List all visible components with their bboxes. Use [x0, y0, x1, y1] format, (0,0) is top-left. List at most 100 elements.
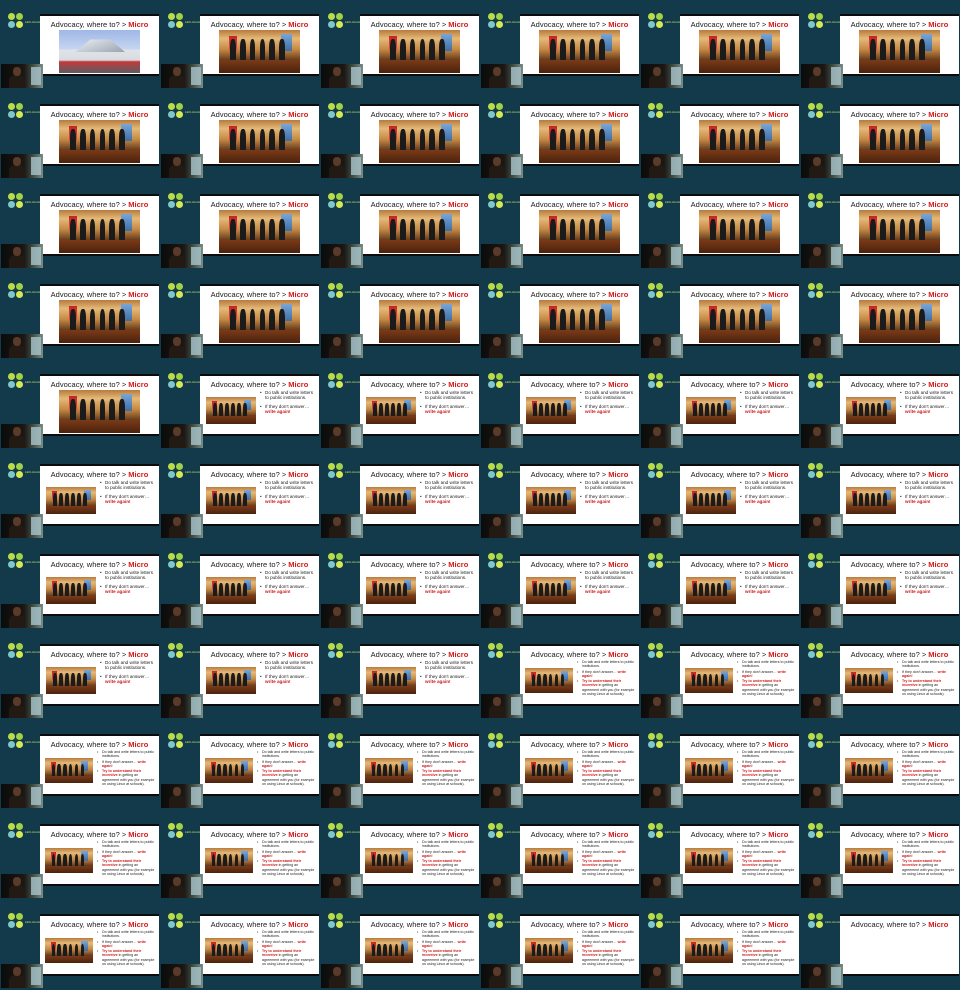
meeting-table [846, 505, 896, 514]
video-frame[interactable]: LEO-ALLIANCE Advocacy, where to? > Micro [0, 360, 160, 450]
video-frame[interactable]: LEO-ALLIANCEAdvocacy, where to? > MicroD… [640, 630, 800, 720]
video-frame[interactable]: LEO-ALLIANCE Advocacy, where to? > Micro [160, 0, 320, 90]
video-frame[interactable]: LEO-ALLIANCEAdvocacy, where to? > MicroD… [640, 540, 800, 630]
video-frame[interactable]: LEO-ALLIANCE Advocacy, where to? > Micro [0, 180, 160, 270]
video-frame[interactable]: LEO-ALLIANCE Advocacy, where to? > Micro [320, 0, 480, 90]
video-frame[interactable]: LEO-ALLIANCE Advocacy, where to? > Micro [480, 180, 640, 270]
logo-circle [656, 921, 663, 928]
video-frame[interactable]: LEO-ALLIANCEAdvocacy, where to? > MicroD… [320, 540, 480, 630]
video-frame[interactable]: LEO-ALLIANCEAdvocacy, where to? > MicroD… [800, 540, 960, 630]
bullet-item: If they don't answer… write again! [100, 584, 155, 595]
video-frame[interactable]: LEO-ALLIANCE Advocacy, where to? > Micro [640, 90, 800, 180]
video-frame[interactable]: LEO-ALLIANCEAdvocacy, where to? > MicroD… [640, 810, 800, 900]
bullet-item: If they don't answer… write again! [580, 404, 635, 415]
person [549, 673, 553, 686]
speaker-body [169, 75, 185, 88]
bullet-highlight: write again! [585, 589, 611, 595]
video-frame[interactable]: LEO-ALLIANCEAdvocacy, where to? > MicroD… [160, 450, 320, 540]
video-frame[interactable]: LEO-ALLIANCEAdvocacy, where to? > MicroD… [640, 720, 800, 810]
video-frame[interactable]: LEO-ALLIANCE Advocacy, where to? > Micro [640, 270, 800, 360]
video-frame[interactable]: LEO-ALLIANCE Advocacy, where to? > Micro [320, 180, 480, 270]
presentation-slide: Advocacy, where to? > Micro [200, 104, 319, 166]
video-frame[interactable]: LEO-ALLIANCEAdvocacy, where to? > MicroD… [320, 720, 480, 810]
bullet-text: Do talk and write letters to public inst… [425, 480, 473, 491]
slide-title: Advocacy, where to? > Micro [40, 290, 159, 299]
video-frame[interactable]: LEO-ALLIANCEAdvocacy, where to? > MicroD… [480, 450, 640, 540]
video-frame[interactable]: LEO-ALLIANCEAdvocacy, where to? > MicroD… [480, 720, 640, 810]
video-frame[interactable]: LEO-ALLIANCEAdvocacy, where to? > MicroD… [320, 900, 480, 990]
person [569, 219, 576, 241]
person [720, 39, 726, 61]
person [918, 39, 925, 61]
video-frame[interactable]: LEO-ALLIANCE Advocacy, where to? > Micro [800, 90, 960, 180]
video-frame[interactable]: LEO-ALLIANCE Advocacy, where to? > Micro [800, 180, 960, 270]
person [560, 129, 566, 151]
video-frame[interactable]: LEO-ALLIANCEAdvocacy, where to? > MicroD… [320, 360, 480, 450]
person [70, 309, 76, 331]
video-frame[interactable]: LEO-ALLIANCEAdvocacy, where to? > MicroD… [160, 810, 320, 900]
video-frame[interactable]: LEO-ALLIANCEAdvocacy, where to? > MicroD… [800, 630, 960, 720]
video-frame[interactable]: LEO-ALLIANCEAdvocacy, where to? > MicroD… [800, 810, 960, 900]
video-frame[interactable]: LEO-ALLIANCE Advocacy, where to? > Micro [640, 0, 800, 90]
video-frame[interactable]: LEO-ALLIANCE Advocacy, where to? > Micro [480, 0, 640, 90]
slide-title-highlight: Micro [448, 920, 469, 929]
video-frame[interactable]: LEO-ALLIANCE Advocacy, where to? > Micro [160, 180, 320, 270]
video-frame[interactable]: LEO-ALLIANCEAdvocacy, where to? > MicroD… [320, 810, 480, 900]
video-frame[interactable]: LEO-ALLIANCE Advocacy, where to? > Micro [480, 90, 640, 180]
video-frame[interactable]: LEO-ALLIANCE Advocacy, where to? > Micro [640, 180, 800, 270]
video-frame[interactable]: LEO-ALLIANCE Advocacy, where to? > Micro [160, 90, 320, 180]
video-frame[interactable]: LEO-ALLIANCE Advocacy, where to? > Micro [800, 0, 960, 90]
logo-circle [816, 111, 823, 118]
video-frame[interactable]: LEO-ALLIANCEAdvocacy, where to? > MicroD… [0, 450, 160, 540]
speaker-face [333, 787, 341, 796]
video-frame[interactable]: LEO-ALLIANCE Advocacy, where to? > Micro [800, 270, 960, 360]
logo-circle [488, 13, 495, 20]
video-frame[interactable]: LEO-ALLIANCEAdvocacy, where to? > MicroD… [800, 360, 960, 450]
slide-bullets: Do talk and write letters to public inst… [740, 390, 795, 418]
video-frame[interactable]: LEO-ALLIANCE Advocacy, where to? > Micro [160, 270, 320, 360]
video-frame[interactable]: LEO-ALLIANCEAdvocacy, where to? > MicroD… [480, 630, 640, 720]
person [70, 219, 76, 241]
video-frame[interactable]: LEO-ALLIANCE Advocacy, where to? > Micro [0, 90, 160, 180]
video-frame[interactable]: LEO-ALLIANCEAdvocacy, where to? > MicroD… [160, 360, 320, 450]
person [237, 672, 241, 686]
video-frame[interactable]: LEO-ALLIANCEAdvocacy, where to? > MicroD… [0, 900, 160, 990]
slide-title-prefix: Advocacy, where to? > [690, 20, 769, 29]
video-frame[interactable]: LEO-ALLIANCEAdvocacy, where to? > MicroD… [480, 540, 640, 630]
video-frame[interactable]: LEO-ALLIANCEAdvocacy, where to? > MicroD… [640, 360, 800, 450]
video-frame[interactable]: LEO-ALLIANCEAdvocacy, where to? > MicroD… [320, 630, 480, 720]
video-frame[interactable]: LEO-ALLIANCEAdvocacy, where to? > MicroD… [480, 810, 640, 900]
video-frame[interactable]: LEO-ALLIANCEAdvocacy, where to? > MicroD… [0, 720, 160, 810]
logo-circle [8, 463, 15, 470]
person [723, 402, 727, 416]
video-frame[interactable]: LEO-ALLIANCEAdvocacy, where to? > MicroD… [0, 630, 160, 720]
person [389, 763, 393, 776]
video-frame[interactable]: LEO-ALLIANCEAdvocacy, where to? > MicroD… [160, 540, 320, 630]
person [710, 219, 716, 241]
video-frame[interactable]: LEO-ALLIANCEAdvocacy, where to? > MicroD… [800, 720, 960, 810]
video-frame[interactable]: LEO-ALLIANCEAdvocacy, where to? > MicroD… [160, 900, 320, 990]
video-frame[interactable]: LEO-ALLIANCE Advocacy, where to? > Micro [800, 900, 960, 990]
video-frame[interactable]: LEO-ALLIANCEAdvocacy, where to? > MicroD… [160, 720, 320, 810]
logo-circle [16, 291, 23, 298]
logo-circle [656, 553, 663, 560]
video-frame[interactable]: LEO-ALLIANCE Advocacy, where to? > Micro [320, 90, 480, 180]
video-frame[interactable]: LEO-ALLIANCE Advocacy, where to? > Micro [320, 270, 480, 360]
video-frame[interactable]: LEO-ALLIANCEAdvocacy, where to? > MicroD… [320, 450, 480, 540]
video-frame[interactable]: LEO-ALLIANCEAdvocacy, where to? > MicroD… [640, 450, 800, 540]
video-frame[interactable]: LEO-ALLIANCE Advocacy, where to? > Micro [0, 0, 160, 90]
bullet-item: If they don't answer… write again! [257, 940, 315, 948]
video-frame[interactable]: LEO-ALLIANCEAdvocacy, where to? > MicroD… [0, 810, 160, 900]
meeting-table [685, 685, 733, 693]
logo-circle [168, 823, 175, 830]
bullet-item: Do talk and write letters to public inst… [737, 660, 795, 668]
green-circles-logo-icon: LEO-ALLIANCE [488, 103, 527, 121]
video-frame[interactable]: LEO-ALLIANCEAdvocacy, where to? > MicroD… [0, 540, 160, 630]
video-frame[interactable]: LEO-ALLIANCEAdvocacy, where to? > MicroD… [800, 450, 960, 540]
video-frame[interactable]: LEO-ALLIANCEAdvocacy, where to? > MicroD… [480, 900, 640, 990]
video-frame[interactable]: LEO-ALLIANCE Advocacy, where to? > Micro [0, 270, 160, 360]
video-frame[interactable]: LEO-ALLIANCE Advocacy, where to? > Micro [480, 270, 640, 360]
video-frame[interactable]: LEO-ALLIANCEAdvocacy, where to? > MicroD… [640, 900, 800, 990]
video-frame[interactable]: LEO-ALLIANCEAdvocacy, where to? > MicroD… [480, 360, 640, 450]
video-frame[interactable]: LEO-ALLIANCEAdvocacy, where to? > MicroD… [160, 630, 320, 720]
